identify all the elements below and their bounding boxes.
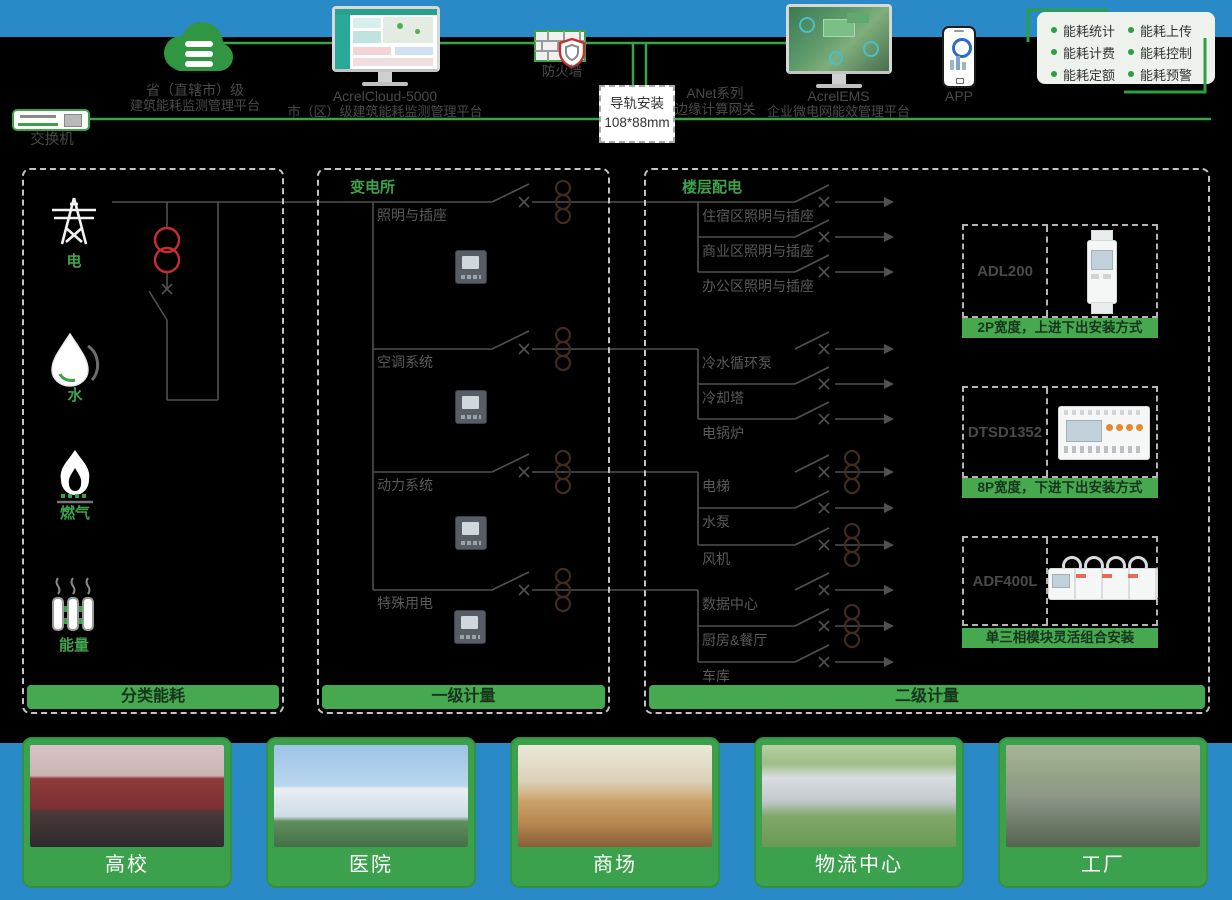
substation-title: 变电所 (350, 176, 395, 197)
site-photo (518, 745, 712, 847)
secondary-row-label: 厨房&餐厅 (702, 630, 767, 650)
app-phone-icon (942, 26, 976, 88)
site-label: 物流中心 (756, 848, 962, 877)
monitor-stand (832, 74, 846, 84)
product-model: ADF400L (972, 573, 1037, 590)
primary-row-label: 动力系统 (377, 475, 433, 495)
secondary-row-label: 数据中心 (702, 594, 758, 614)
gas-label: 燃气 (47, 502, 103, 523)
features-box: 能耗统计 能耗上传 能耗计费 能耗控制 能耗定额 能耗预警 (1037, 12, 1215, 84)
water-drop-icon (44, 330, 106, 388)
bullet-icon (1128, 27, 1134, 33)
panel-footer: 二级计量 (649, 685, 1205, 709)
firewall-label: 防火墙 (532, 64, 592, 80)
primary-row-label: 照明与插座 (377, 205, 447, 225)
bullet-icon (1051, 27, 1057, 33)
secondary-row-label: 冷水循环泵 (702, 353, 772, 373)
product-note: 2P宽度，上进下出安装方式 (962, 318, 1158, 338)
feature-item: 能耗计费 (1051, 41, 1128, 63)
electric-label: 电 (44, 250, 104, 271)
power-meter-photo (455, 516, 487, 550)
primary-row-label: 空调系统 (377, 352, 433, 372)
site-card-mall: 商场 (510, 737, 720, 888)
feature-item: 能耗定额 (1051, 63, 1128, 85)
energy-monitoring-diagram: 省（直辖市）级 建筑能耗监测管理平台 AcrelCloud-5000 市（区）级… (0, 0, 1232, 900)
secondary-row-label: 电锅炉 (702, 423, 744, 443)
gas-flame-icon (47, 448, 103, 504)
feature-item: 能耗上传 (1128, 19, 1205, 41)
primary-row-label: 特殊用电 (377, 593, 433, 613)
secondary-row-label: 电梯 (702, 476, 730, 496)
site-label: 医院 (268, 848, 474, 877)
acrelems-label: AcrelEMS 企业微电网能效管理平台 (736, 88, 941, 120)
acrelems-monitor (786, 4, 892, 74)
app-label: APP (938, 88, 980, 104)
power-meter-photo (455, 390, 487, 424)
site-photo (30, 745, 224, 847)
bullet-icon (1051, 49, 1057, 55)
site-card-logistics: 物流中心 (754, 737, 964, 888)
power-meter-photo (454, 610, 486, 644)
secondary-row-label: 车库 (702, 666, 730, 686)
feature-item: 能耗控制 (1128, 41, 1205, 63)
floor-distribution-title: 楼层配电 (682, 176, 742, 197)
secondary-row-label: 风机 (702, 549, 730, 569)
water-label: 水 (44, 384, 106, 405)
site-photo (274, 745, 468, 847)
electricity-tower-icon (44, 190, 104, 248)
product-note: 8P宽度，下进下出安装方式 (962, 478, 1158, 498)
product-model: ADL200 (977, 263, 1033, 280)
provincial-platform-label: 省（直辖市）级 建筑能耗监测管理平台 (95, 82, 295, 114)
bullet-icon (1051, 71, 1057, 77)
feature-item: 能耗预警 (1128, 63, 1205, 85)
product-model: DTSD1352 (968, 424, 1042, 441)
site-card-university: 高校 (22, 737, 232, 888)
network-switch-icon (12, 109, 90, 131)
site-card-hospital: 医院 (266, 737, 476, 888)
bullet-icon (1128, 71, 1134, 77)
bullet-icon (1128, 49, 1134, 55)
secondary-row-label: 商业区照明与插座 (702, 241, 814, 261)
site-label: 高校 (24, 848, 230, 877)
secondary-row-label: 住宿区照明与插座 (702, 206, 814, 226)
energy-label: 能量 (46, 634, 102, 655)
site-card-factory: 工厂 (998, 737, 1208, 888)
panel-footer: 分类能耗 (27, 685, 279, 709)
energy-radiator-icon (46, 576, 102, 634)
product-box-adl200: ADL200 (962, 224, 1158, 318)
panel-footer: 一级计量 (322, 685, 605, 709)
site-photo (762, 745, 956, 847)
site-label: 工厂 (1000, 848, 1206, 877)
acrelcloud-label: AcrelCloud-5000 市（区）级建筑能耗监测管理平台 (270, 88, 500, 120)
feature-item: 能耗统计 (1051, 19, 1128, 41)
secondary-row-label: 水泵 (702, 512, 730, 532)
secondary-row-label: 冷却塔 (702, 388, 744, 408)
monitor-stand (378, 72, 392, 82)
secondary-row-label: 办公区照明与插座 (702, 276, 814, 296)
cloud-icon (155, 13, 239, 79)
switch-label: 交换机 (24, 132, 80, 148)
site-label: 商场 (512, 848, 718, 877)
acrelcloud-monitor (332, 6, 440, 72)
power-meter-photo (455, 250, 487, 284)
site-photo (1006, 745, 1200, 847)
product-note: 单三相模块灵活组合安装 (962, 628, 1158, 648)
